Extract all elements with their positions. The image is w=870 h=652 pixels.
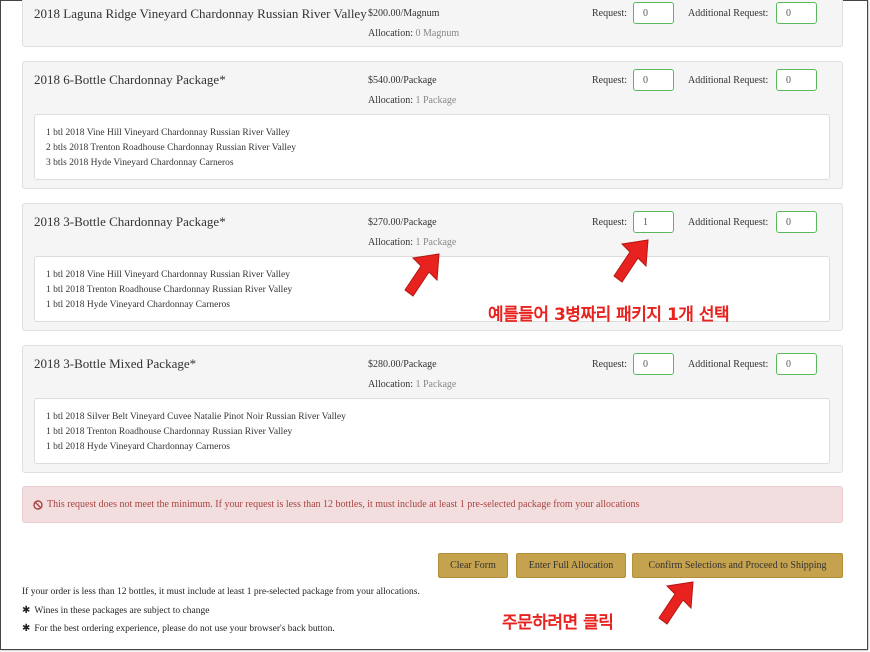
enter-full-allocation-button[interactable]: Enter Full Allocation [516, 553, 626, 578]
product-allocation: Allocation: 1 Package [368, 95, 457, 106]
annotation-click-to-order: 주문하려면 클릭 [502, 613, 614, 633]
package-contents: 1 btl 2018 Vine Hill Vineyard Chardonnay… [34, 114, 830, 180]
request-input[interactable] [633, 2, 674, 24]
product-price: $280.00/Package [368, 359, 437, 370]
product-price: $200.00/Magnum [368, 8, 440, 19]
additional-request-input[interactable] [776, 2, 817, 24]
product-price: $270.00/Package [368, 217, 437, 228]
minimum-note: If your order is less than 12 bottles, i… [22, 587, 420, 597]
additional-request-input[interactable] [776, 353, 817, 375]
package-item: 2 btls 2018 Trenton Roadhouse Chardonnay… [46, 143, 296, 153]
additional-request-input[interactable] [776, 211, 817, 233]
confirm-and-proceed-button[interactable]: Confirm Selections and Proceed to Shippi… [632, 553, 843, 578]
alert-text: This request does not meet the minimum. … [47, 499, 640, 510]
additional-request-label: Additional Request: [688, 75, 769, 86]
note-back-button: ✱ For the best ordering experience, pleas… [22, 623, 335, 634]
product-name: 2018 6-Bottle Chardonnay Package* [34, 72, 226, 87]
package-contents: 1 btl 2018 Silver Belt Vineyard Cuvee Na… [34, 398, 830, 464]
request-input[interactable] [633, 69, 674, 91]
additional-request-input[interactable] [776, 69, 817, 91]
request-input[interactable] [633, 211, 674, 233]
package-item: 1 btl 2018 Trenton Roadhouse Chardonnay … [46, 427, 293, 437]
package-item: 1 btl 2018 Silver Belt Vineyard Cuvee Na… [46, 412, 346, 422]
additional-request-label: Additional Request: [688, 359, 769, 370]
asterisk-icon: ✱ [22, 605, 31, 616]
request-label: Request: [592, 75, 627, 86]
product-name: 2018 3-Bottle Chardonnay Package* [34, 214, 226, 229]
request-label: Request: [592, 8, 627, 19]
package-item: 1 btl 2018 Vine Hill Vineyard Chardonnay… [46, 128, 290, 138]
request-label: Request: [592, 217, 627, 228]
product-card-3-bottle-mixed: 2018 3-Bottle Mixed Package* $280.00/Pac… [22, 345, 843, 473]
additional-request-label: Additional Request: [688, 8, 769, 19]
asterisk-icon: ✱ [22, 623, 31, 634]
request-label: Request: [592, 359, 627, 370]
package-item: 3 btls 2018 Hyde Vineyard Chardonnay Car… [46, 158, 234, 168]
annotation-select-package: 예를들어 3병짜리 패키지 1개 선택 [488, 305, 730, 325]
product-allocation: Allocation: 0 Magnum [368, 28, 460, 39]
annotation-arrow-icon [404, 253, 440, 297]
additional-request-label: Additional Request: [688, 217, 769, 228]
product-name: 2018 3-Bottle Mixed Package* [34, 356, 197, 371]
product-price: $540.00/Package [368, 75, 437, 86]
request-input[interactable] [633, 353, 674, 375]
clear-form-button[interactable]: Clear Form [438, 553, 508, 578]
annotation-arrow-icon [613, 239, 649, 283]
package-item: 1 btl 2018 Hyde Vineyard Chardonnay Carn… [46, 442, 230, 452]
product-allocation: Allocation: 1 Package [368, 379, 457, 390]
product-card-laguna-ridge: 2018 Laguna Ridge Vineyard Chardonnay Ru… [22, 0, 843, 47]
product-allocation: Allocation: 1 Package [368, 237, 457, 248]
note-wines-subject-to-change: ✱ Wines in these packages are subject to … [22, 605, 210, 616]
ban-icon [33, 500, 43, 510]
minimum-alert: This request does not meet the minimum. … [22, 486, 843, 523]
product-card-6-bottle-chardonnay: 2018 6-Bottle Chardonnay Package* $540.0… [22, 61, 843, 189]
product-name: 2018 Laguna Ridge Vineyard Chardonnay Ru… [34, 6, 367, 21]
annotation-arrow-icon [658, 581, 694, 625]
